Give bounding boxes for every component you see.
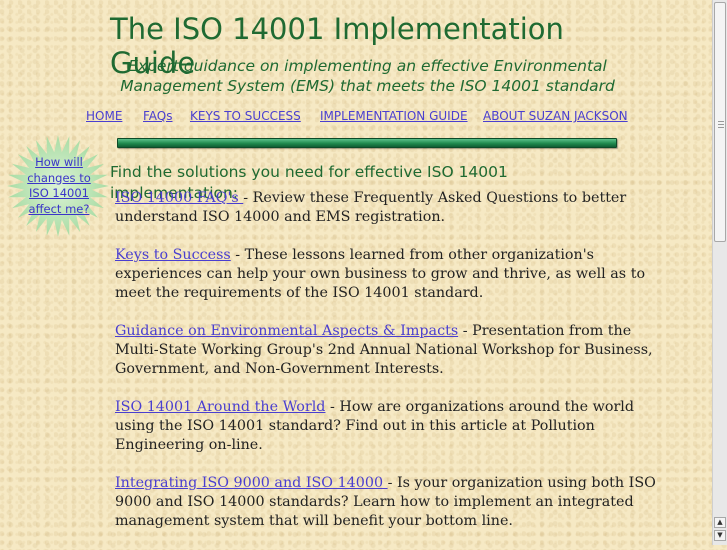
iso-faqs-link[interactable]: ISO 14000 FAQ's xyxy=(115,190,243,206)
list-item: Integrating ISO 9000 and ISO 14000 - Is … xyxy=(115,474,675,531)
list-item: ISO 14001 Around the World - How are org… xyxy=(115,398,675,455)
keys-to-success-link[interactable]: Keys to Success xyxy=(115,247,231,263)
nav-home-link[interactable]: HOME xyxy=(86,109,122,123)
aspects-impacts-link[interactable]: Guidance on Environmental Aspects & Impa… xyxy=(115,323,458,339)
resource-list: ISO 14000 FAQ's - Review these Frequentl… xyxy=(115,189,675,550)
grip-icon xyxy=(718,121,724,130)
vertical-scrollbar[interactable]: ▲ ▼ xyxy=(712,0,727,545)
page-subtitle: Expert guidance on implementing an effec… xyxy=(120,57,615,95)
nav-faqs-link[interactable]: FAQs xyxy=(143,109,173,123)
nav-implementation-guide-link[interactable]: IMPLEMENTATION GUIDE xyxy=(320,109,468,123)
list-item: ISO 14000 FAQ's - Review these Frequentl… xyxy=(115,189,675,227)
scroll-up-button[interactable]: ▲ xyxy=(714,517,726,528)
iso-changes-link[interactable]: How will changes to ISO 14001 affect me? xyxy=(27,155,91,216)
list-item: Keys to Success - These lessons learned … xyxy=(115,246,675,303)
nav-keys-to-success-link[interactable]: KEYS TO SUCCESS xyxy=(190,109,301,123)
list-item: Guidance on Environmental Aspects & Impa… xyxy=(115,322,675,379)
top-nav: HOME FAQs KEYS TO SUCCESS IMPLEMENTATION… xyxy=(0,109,712,125)
scroll-down-button[interactable]: ▼ xyxy=(714,530,726,541)
starburst-text: How will changes to ISO 14001 affect me? xyxy=(20,155,98,217)
integrating-iso-link[interactable]: Integrating ISO 9000 and ISO 14000 xyxy=(115,475,388,491)
around-the-world-link[interactable]: ISO 14001 Around the World xyxy=(115,399,325,415)
scrollbar-thumb[interactable] xyxy=(714,2,726,242)
header-divider xyxy=(117,138,617,148)
nav-about-link[interactable]: ABOUT SUZAN JACKSON xyxy=(483,109,628,123)
